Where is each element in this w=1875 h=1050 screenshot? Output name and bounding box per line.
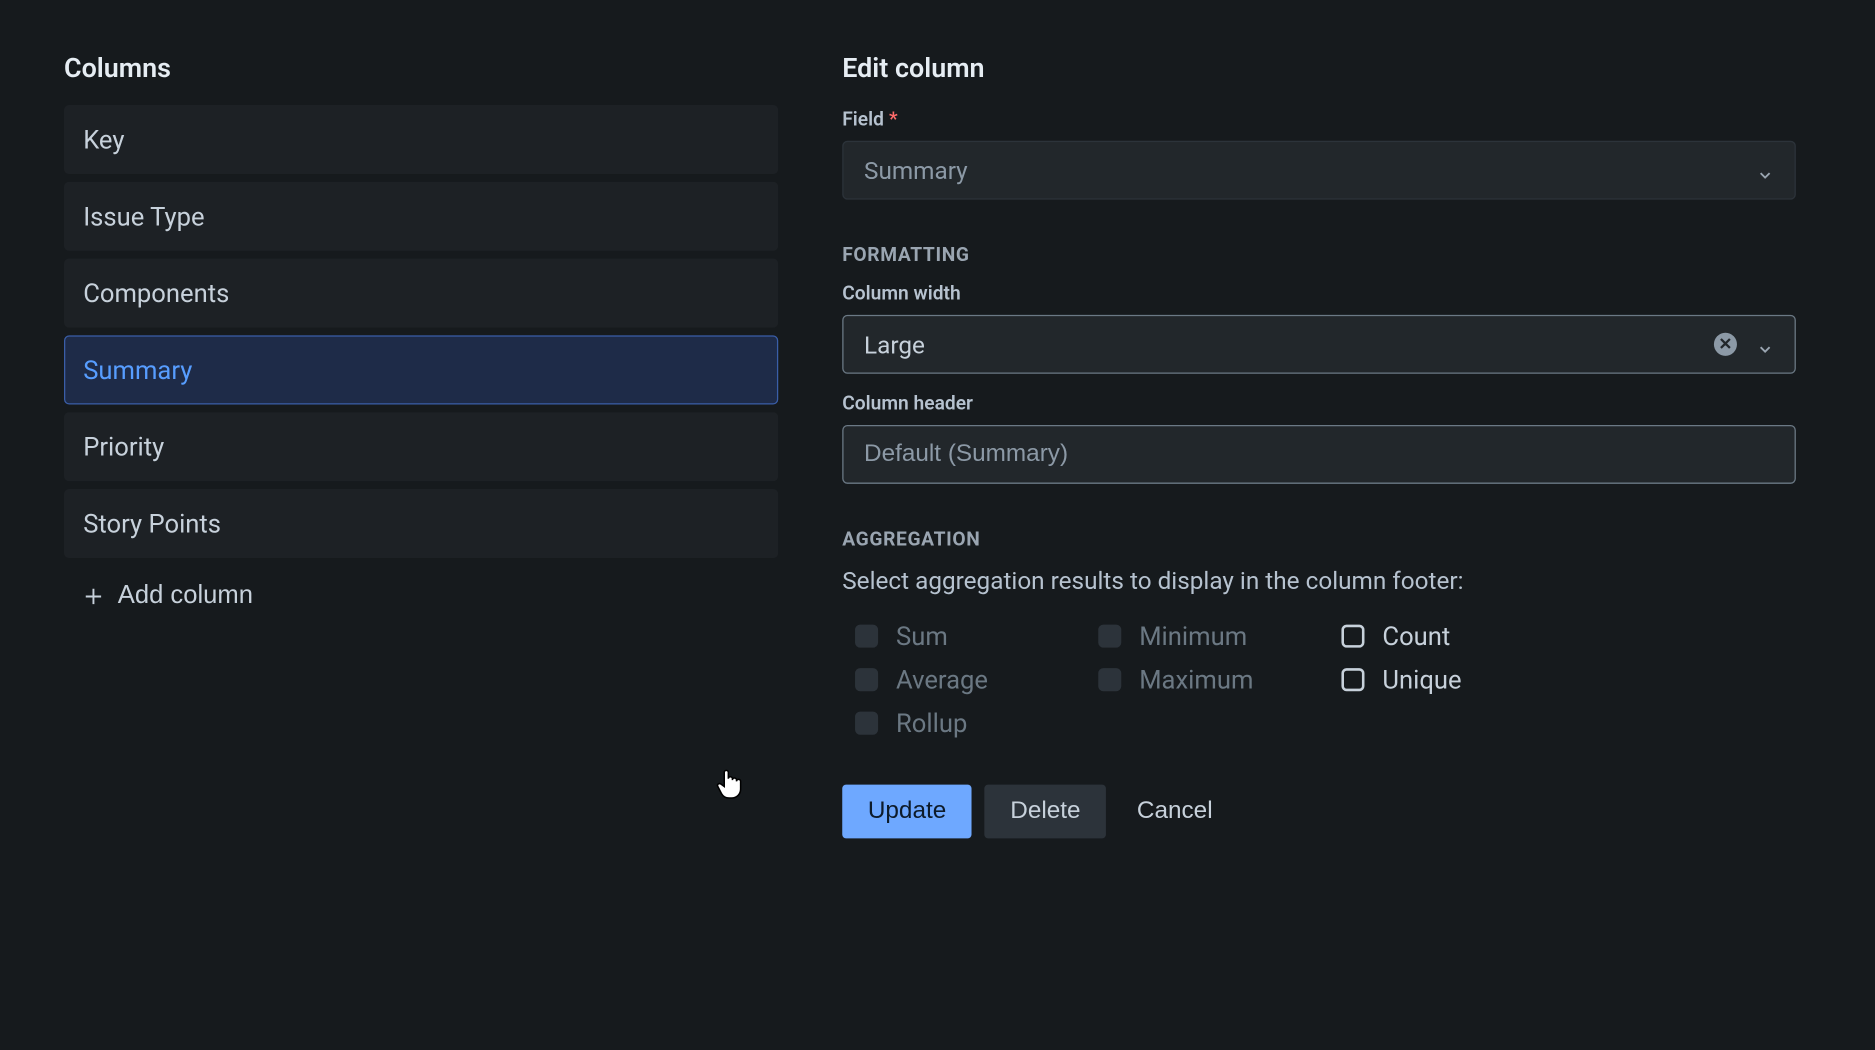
column-header-input[interactable] — [842, 425, 1796, 484]
column-header-label: Column header — [842, 392, 1811, 415]
chevron-down-icon — [1756, 335, 1774, 353]
columns-title: Columns — [64, 54, 778, 85]
column-width-select[interactable]: Large ✕ — [842, 315, 1796, 374]
columns-list: Key Issue Type Components Summary Priority St… — [64, 105, 778, 558]
checkbox-icon — [1098, 625, 1121, 648]
aggregation-option-label: Sum — [896, 621, 948, 652]
aggregation-option[interactable]: Count — [1341, 621, 1584, 652]
aggregation-option: Average — [855, 664, 1098, 695]
field-select[interactable]: Summary — [842, 141, 1796, 200]
aggregation-option: Rollup — [855, 708, 1098, 739]
aggregation-option-label: Maximum — [1139, 664, 1253, 695]
add-column-button[interactable]: Add column — [64, 558, 271, 610]
column-item[interactable]: Key — [64, 105, 778, 174]
column-width-value: Large — [864, 330, 1713, 359]
add-column-label: Add column — [118, 581, 253, 610]
aggregation-option[interactable]: Unique — [1341, 664, 1584, 695]
checkbox-icon[interactable] — [1341, 625, 1364, 648]
chevron-down-icon — [1756, 161, 1774, 179]
button-row: Update Delete Cancel — [842, 785, 1811, 839]
cancel-button[interactable]: Cancel — [1119, 785, 1231, 839]
aggregation-option: Maximum — [1098, 664, 1341, 695]
column-item[interactable]: Summary — [64, 335, 778, 404]
column-item[interactable]: Components — [64, 259, 778, 328]
aggregation-option: Sum — [855, 621, 1098, 652]
aggregation-description: Select aggregation results to display in… — [842, 566, 1811, 595]
checkbox-icon — [1098, 668, 1121, 691]
field-label-row: Field * — [842, 108, 1811, 131]
clear-icon[interactable]: ✕ — [1713, 332, 1739, 358]
checkbox-icon — [855, 625, 878, 648]
field-label: Field — [842, 108, 884, 131]
checkbox-icon — [855, 712, 878, 735]
aggregation-option-label: Minimum — [1139, 621, 1247, 652]
aggregation-option-label: Average — [896, 664, 988, 695]
aggregation-option: Minimum — [1098, 621, 1341, 652]
aggregation-option-label: Unique — [1382, 664, 1461, 695]
aggregation-option-label: Rollup — [896, 708, 967, 739]
edit-column-title: Edit column — [842, 54, 1811, 85]
column-item[interactable]: Priority — [64, 412, 778, 481]
formatting-section-label: FORMATTING — [842, 243, 1811, 266]
aggregation-section-label: AGGREGATION — [842, 527, 1811, 550]
checkbox-icon[interactable] — [1341, 668, 1364, 691]
column-item[interactable]: Issue Type — [64, 182, 778, 251]
aggregation-option-label: Count — [1382, 621, 1450, 652]
required-indicator: * — [889, 108, 898, 131]
delete-button[interactable]: Delete — [985, 785, 1106, 839]
update-button[interactable]: Update — [842, 785, 972, 839]
column-width-label: Column width — [842, 282, 1811, 305]
column-item[interactable]: Story Points — [64, 489, 778, 558]
plus-icon — [82, 584, 105, 607]
checkbox-icon — [855, 668, 878, 691]
field-select-value: Summary — [864, 156, 1756, 185]
aggregation-options: Sum Minimum Count Average Maximum Unique Rollu… — [842, 621, 1811, 739]
